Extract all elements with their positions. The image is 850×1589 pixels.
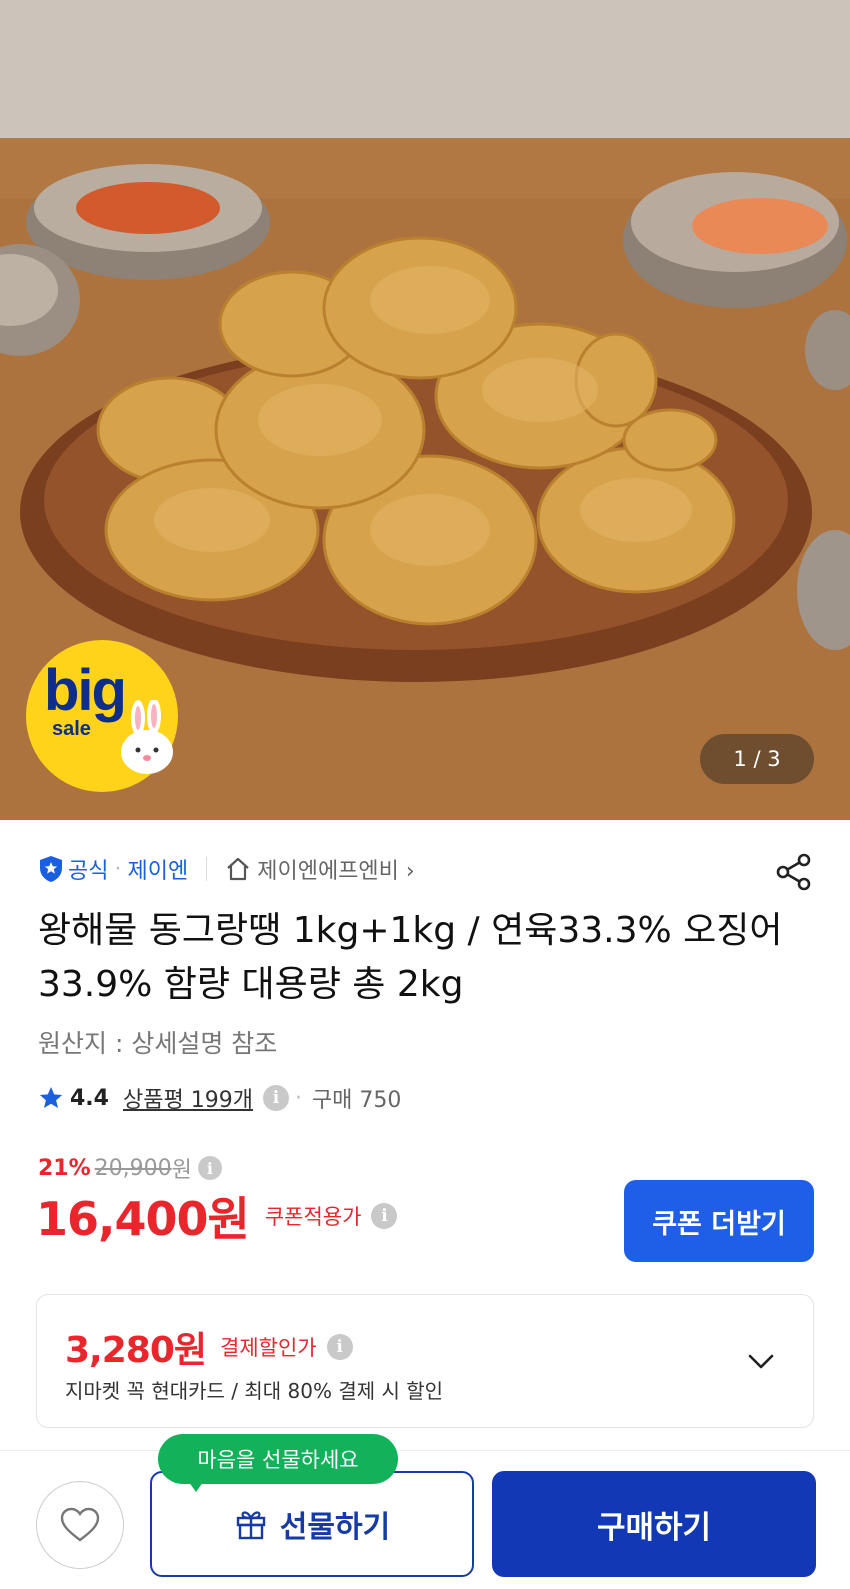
seller-row: 공식 · 제이엔 제이엔에프엔비 ›: [38, 850, 415, 888]
card-discount-panel[interactable]: 3,280원 결제할인가 i 지마켓 꼭 현대카드 / 최대 80% 결제 시 …: [36, 1294, 814, 1428]
discount-row: 21% 20,900 원 i: [38, 1152, 222, 1184]
share-icon[interactable]: [774, 852, 814, 892]
divider: [206, 857, 208, 881]
badge-big-text: big: [44, 658, 127, 723]
price-row: 16,400원 쿠폰적용가 i: [36, 1188, 398, 1246]
gift-icon: [236, 1511, 265, 1540]
gift-tooltip-tail: [186, 1478, 206, 1492]
bottom-action-bar: 선물하기 구매하기: [0, 1450, 850, 1589]
coupon-price-label: 쿠폰적용가: [264, 1205, 362, 1229]
origin-text: 원산지 : 상세설명 참조: [38, 1029, 278, 1058]
reviews-link[interactable]: 상품평 199개: [123, 1082, 253, 1114]
chevron-right-icon: ›: [405, 859, 415, 884]
chevron-down-icon[interactable]: [745, 1345, 777, 1377]
star-icon: [39, 1087, 63, 1108]
badge-sale-text: sale: [52, 718, 91, 740]
official-shield-icon: [40, 856, 62, 882]
wishlist-button[interactable]: [36, 1481, 124, 1569]
separator-dot: ·: [114, 856, 122, 882]
image-counter: 1 / 3: [700, 734, 814, 784]
info-icon[interactable]: i: [262, 1085, 289, 1111]
info-icon[interactable]: i: [371, 1203, 398, 1229]
card-discount-description: 지마켓 꼭 현대카드 / 최대 80% 결제 시 할인: [65, 1379, 444, 1403]
big-sale-badge: big sale: [26, 640, 178, 792]
heart-icon: [60, 1507, 100, 1542]
separator-dot: ·: [294, 1085, 302, 1111]
brand-link[interactable]: 제이엔: [127, 853, 188, 885]
purchase-count: 구매 750: [311, 1088, 402, 1113]
gift-tooltip: 마음을 선물하세요: [158, 1434, 398, 1484]
store-name: 제이엔에프엔비: [257, 859, 399, 884]
discount-percent: 21%: [38, 1155, 91, 1181]
rating-score: 4.4: [70, 1085, 109, 1111]
store-link[interactable]: 제이엔에프엔비 ›: [257, 853, 415, 885]
info-icon[interactable]: i: [197, 1156, 222, 1180]
bunny-icon: [121, 700, 173, 774]
home-icon: [227, 857, 249, 881]
card-discount-label: 결제할인가: [220, 1336, 317, 1360]
rating-row: 4.4 상품평 199개 i · 구매 750: [38, 1080, 401, 1116]
original-price-unit: 원: [171, 1158, 192, 1183]
final-price: 16,400원: [36, 1192, 250, 1246]
official-label: 공식: [68, 859, 109, 884]
card-discount-headline: 3,280원 결제할인가 i: [65, 1321, 353, 1373]
card-discount-amount: 3,280원: [65, 1330, 207, 1371]
get-more-coupons-button[interactable]: 쿠폰 더받기: [624, 1180, 814, 1262]
gift-button-label: 선물하기: [279, 1510, 391, 1545]
buy-button[interactable]: 구매하기: [492, 1471, 816, 1577]
info-icon[interactable]: i: [326, 1334, 353, 1360]
product-title: 왕해물 동그랑땡 1kg+1kg / 연육33.3% 오징어33.9% 함량 대…: [38, 910, 783, 1005]
product-image[interactable]: big sale 1 / 3: [0, 0, 850, 820]
original-price: 20,900: [94, 1155, 172, 1181]
